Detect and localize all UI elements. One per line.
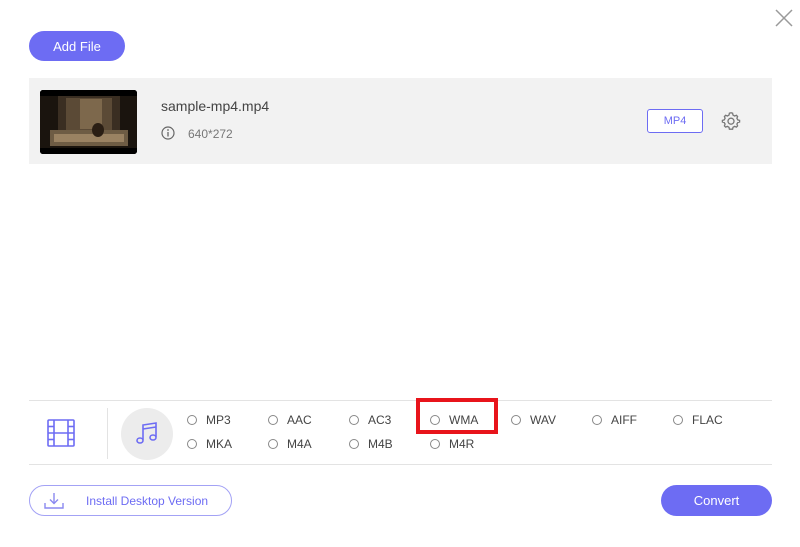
radio-button[interactable]: [268, 439, 278, 449]
format-option-m4a[interactable]: M4A: [268, 437, 312, 451]
file-row: sample-mp4.mp4 640*272 MP4: [29, 78, 772, 164]
format-option-flac[interactable]: FLAC: [673, 413, 723, 427]
format-option-aac[interactable]: AAC: [268, 413, 312, 427]
format-option-mka[interactable]: MKA: [187, 437, 232, 451]
radio-button[interactable]: [430, 415, 440, 425]
format-option-m4b[interactable]: M4B: [349, 437, 393, 451]
close-button[interactable]: [774, 8, 794, 28]
install-label: Install Desktop Version: [86, 494, 209, 508]
radio-button[interactable]: [349, 439, 359, 449]
radio-button[interactable]: [349, 415, 359, 425]
convert-button[interactable]: Convert: [661, 485, 772, 516]
music-note-icon: [136, 422, 157, 444]
info-icon: [161, 126, 175, 140]
format-option-label: M4A: [287, 437, 312, 451]
format-option-label: FLAC: [692, 413, 723, 427]
radio-button[interactable]: [430, 439, 440, 449]
download-icon: [44, 493, 64, 509]
format-panel: MP3 AAC AC3 WMA WAV AIFF FLAC MKA M4A M4B M4R: [29, 398, 772, 465]
format-option-m4r[interactable]: M4R: [430, 437, 474, 451]
radio-button[interactable]: [511, 415, 521, 425]
video-thumbnail: [40, 90, 137, 154]
add-file-button[interactable]: Add File: [29, 31, 125, 61]
format-option-aiff[interactable]: AIFF: [592, 413, 637, 427]
format-option-label: WMA: [449, 413, 479, 427]
format-option-label: AC3: [368, 413, 392, 427]
format-option-label: M4B: [368, 437, 393, 451]
format-option-label: AIFF: [611, 413, 637, 427]
radio-button[interactable]: [673, 415, 683, 425]
film-icon[interactable]: [45, 417, 77, 449]
converter-window: Add File sample-mp4.mp4 640*272 MP4 MP3 …: [0, 0, 800, 547]
format-option-mp3[interactable]: MP3: [187, 413, 231, 427]
format-option-label: M4R: [449, 437, 475, 451]
format-option-label: AAC: [287, 413, 312, 427]
radio-button[interactable]: [268, 415, 278, 425]
tab-divider: [107, 408, 108, 459]
file-resolution: 640*272: [188, 127, 233, 141]
close-icon: [775, 9, 793, 27]
radio-button[interactable]: [187, 415, 197, 425]
file-name: sample-mp4.mp4: [161, 98, 270, 114]
output-format-button[interactable]: MP4: [647, 109, 703, 133]
format-option-label: WAV: [530, 413, 556, 427]
format-option-wma[interactable]: WMA: [430, 413, 478, 427]
format-option-label: MP3: [206, 413, 231, 427]
radio-button[interactable]: [187, 439, 197, 449]
install-desktop-button[interactable]: Install Desktop Version: [29, 485, 232, 516]
format-option-label: MKA: [206, 437, 233, 451]
radio-button[interactable]: [592, 415, 602, 425]
gear-icon[interactable]: [721, 111, 741, 131]
audio-tab[interactable]: [121, 408, 173, 460]
format-option-ac3[interactable]: AC3: [349, 413, 391, 427]
format-option-wav[interactable]: WAV: [511, 413, 556, 427]
